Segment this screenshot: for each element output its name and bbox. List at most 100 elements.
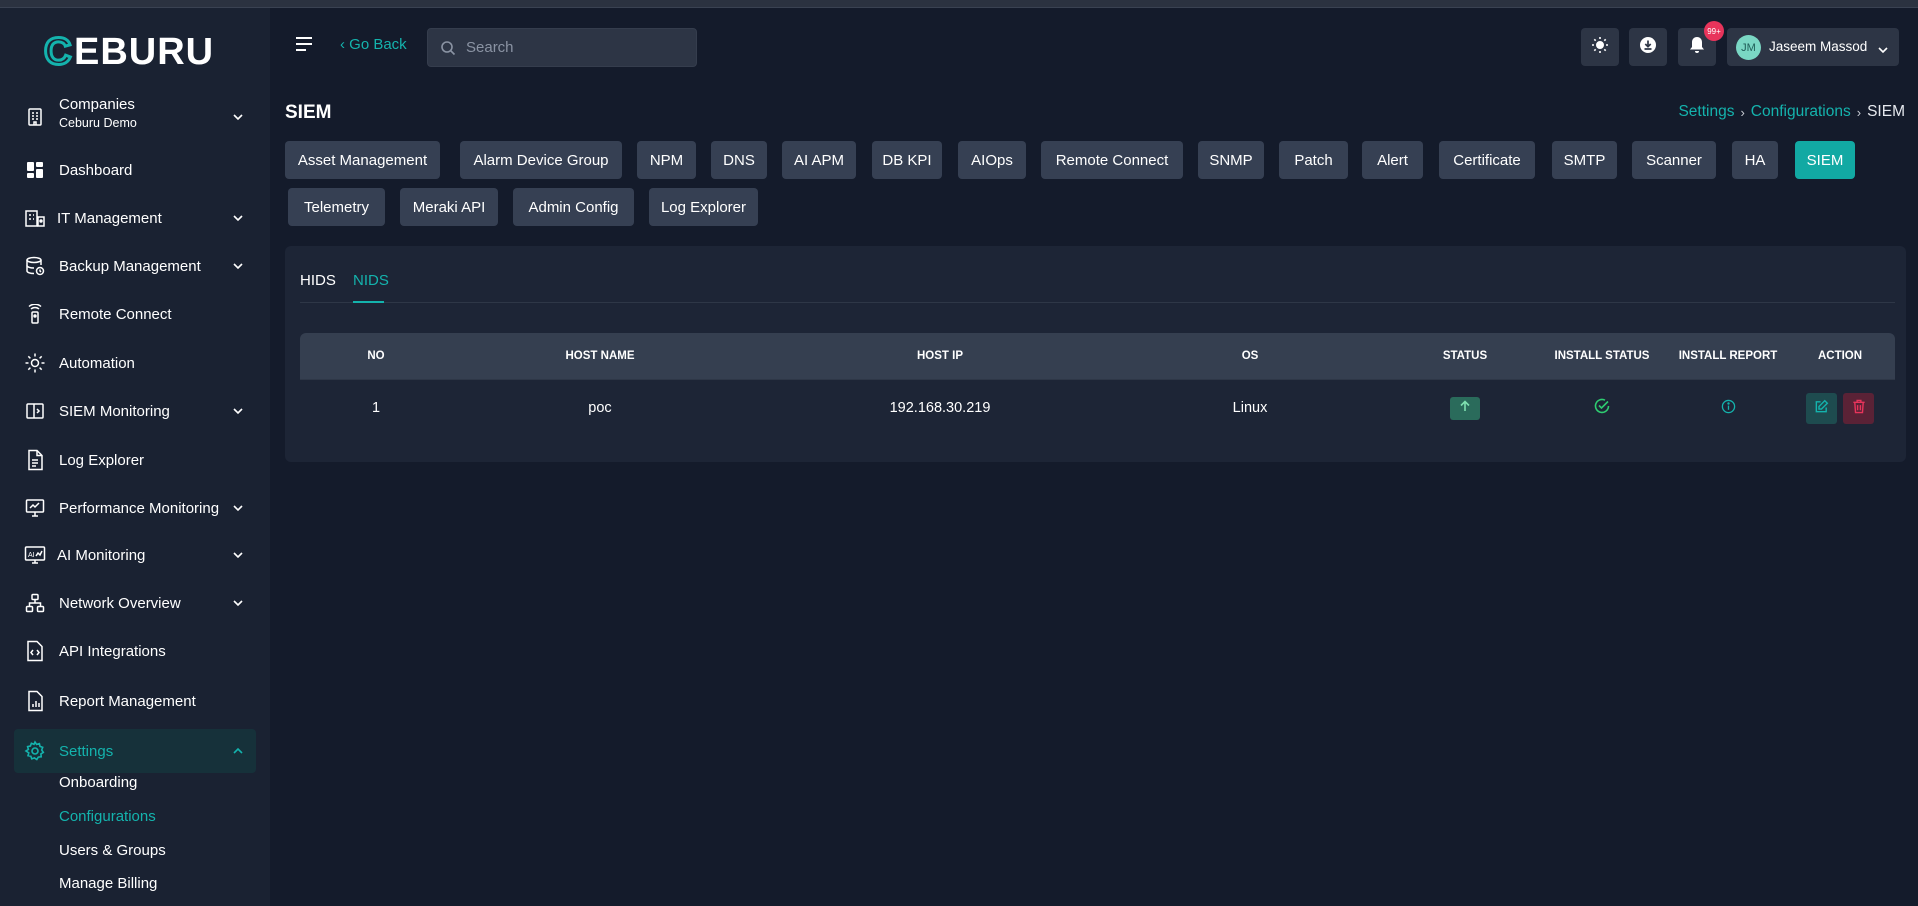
company-selector[interactable]: Companies Ceburu Demo — [14, 92, 256, 142]
chevron-down-icon — [232, 549, 244, 561]
chevron-down-icon — [232, 405, 244, 417]
user-menu[interactable]: JM Jaseem Massod — [1727, 28, 1899, 66]
subtab-divider — [300, 302, 1895, 303]
tab-patch[interactable]: Patch — [1279, 141, 1348, 179]
sidebar-item-label: SIEM Monitoring — [59, 402, 170, 420]
tab-smtp[interactable]: SMTP — [1552, 141, 1617, 179]
network-icon — [24, 592, 46, 614]
tab-dns[interactable]: DNS — [711, 141, 767, 179]
cell-host-ip: 192.168.30.219 — [889, 400, 991, 416]
go-back-link[interactable]: ‹ Go Back — [340, 36, 407, 53]
tab-siem[interactable]: SIEM — [1795, 141, 1855, 179]
column-header-install-report[interactable]: INSTALL REPORT — [1678, 333, 1778, 379]
tab-npm[interactable]: NPM — [637, 141, 696, 179]
arrow-up-icon — [1459, 400, 1471, 416]
remote-signal-icon — [24, 303, 46, 325]
tab-certificate[interactable]: Certificate — [1439, 141, 1535, 179]
breadcrumb-settings[interactable]: Settings — [1678, 103, 1734, 121]
tab-aiops[interactable]: AIOps — [958, 141, 1026, 179]
sidebar-item-automation[interactable]: Automation — [14, 341, 256, 385]
tab-meraki-api[interactable]: Meraki API — [400, 188, 498, 226]
tab-alarm-device-group[interactable]: Alarm Device Group — [460, 141, 622, 179]
sidebar-item-settings[interactable]: Settings — [14, 729, 256, 773]
tab-alert[interactable]: Alert — [1362, 141, 1423, 179]
tab-asset-management[interactable]: Asset Management — [285, 141, 440, 179]
sidebar-item-label: IT Management — [57, 209, 162, 227]
subnav-onboarding[interactable]: Onboarding — [59, 774, 137, 791]
breadcrumb-configurations[interactable]: Configurations — [1751, 103, 1851, 121]
ai-monitor-icon: AI — [24, 544, 46, 566]
sun-icon — [1591, 36, 1609, 59]
column-header-status[interactable]: STATUS — [1415, 333, 1515, 379]
sidebar-item-dashboard[interactable]: Dashboard — [14, 148, 256, 192]
server-building-icon — [24, 207, 46, 229]
search-input[interactable] — [466, 29, 691, 66]
sidebar-item-report-management[interactable]: Report Management — [14, 679, 256, 723]
avatar: JM — [1736, 35, 1761, 60]
subtab-nids[interactable]: NIDS — [353, 272, 389, 289]
column-header-no[interactable]: NO — [320, 333, 432, 379]
sidebar-item-performance-monitoring[interactable]: Performance Monitoring — [14, 486, 256, 530]
chevron-down-icon — [232, 260, 244, 272]
tab-log-explorer[interactable]: Log Explorer — [649, 188, 758, 226]
siem-content-card: HIDS NIDS NO HOST NAME HOST IP OS STATUS… — [285, 246, 1906, 462]
svg-text:C: C — [44, 31, 72, 70]
brand-logo[interactable]: C EBURU — [43, 30, 244, 75]
company-name: Ceburu Demo — [59, 116, 137, 130]
breadcrumb-separator-icon: › — [1740, 104, 1745, 120]
tab-snmp[interactable]: SNMP — [1198, 141, 1264, 179]
code-file-icon — [24, 640, 46, 662]
chevron-up-icon — [232, 745, 244, 757]
cell-install-status — [1537, 380, 1667, 436]
subtab-active-indicator — [353, 301, 384, 303]
subnav-manage-billing[interactable]: Manage Billing — [59, 875, 157, 892]
column-header-install-status[interactable]: INSTALL STATUS — [1537, 333, 1667, 379]
sidebar-item-it-management[interactable]: IT Management — [14, 196, 256, 240]
theme-toggle-button[interactable] — [1581, 28, 1619, 66]
sidebar-item-ai-monitoring[interactable]: AI AI Monitoring — [14, 533, 256, 577]
svg-text:EBURU: EBURU — [74, 31, 214, 70]
menu-toggle-icon[interactable] — [294, 36, 314, 56]
edit-icon — [1814, 399, 1829, 418]
tab-ha[interactable]: HA — [1732, 141, 1778, 179]
table-header: NO HOST NAME HOST IP OS STATUS INSTALL S… — [300, 333, 1895, 379]
sidebar-item-backup-management[interactable]: Backup Management — [14, 244, 256, 288]
breadcrumb-separator-icon: › — [1856, 104, 1862, 120]
sidebar-item-api-integrations[interactable]: API Integrations — [14, 629, 256, 673]
column-header-os[interactable]: OS — [1100, 333, 1400, 379]
tab-telemetry[interactable]: Telemetry — [288, 188, 385, 226]
window-top-strip — [0, 0, 1918, 8]
tab-db-kpi[interactable]: DB KPI — [872, 141, 942, 179]
search-box — [427, 28, 697, 67]
subnav-users-groups[interactable]: Users & Groups — [59, 842, 166, 859]
delete-button[interactable] — [1843, 392, 1874, 424]
column-header-host-ip[interactable]: HOST IP — [790, 333, 1090, 379]
building-icon — [24, 106, 46, 128]
report-icon — [24, 690, 46, 712]
column-header-host-name[interactable]: HOST NAME — [450, 333, 750, 379]
trash-icon — [1852, 399, 1866, 418]
notification-badge: 99+ — [1704, 21, 1724, 41]
sidebar-item-siem-monitoring[interactable]: SIEM Monitoring — [14, 389, 256, 433]
sidebar-item-log-explorer[interactable]: Log Explorer — [14, 438, 256, 482]
subtab-hids[interactable]: HIDS — [300, 272, 336, 289]
tab-ai-apm[interactable]: AI APM — [782, 141, 856, 179]
tab-admin-config[interactable]: Admin Config — [513, 188, 634, 226]
sidebar-item-network-overview[interactable]: Network Overview — [14, 581, 256, 625]
sidebar-item-label: Automation — [59, 354, 135, 372]
chevron-down-icon — [232, 111, 244, 123]
tab-remote-connect[interactable]: Remote Connect — [1041, 141, 1183, 179]
sidebar-item-remote-connect[interactable]: Remote Connect — [14, 292, 256, 336]
tab-scanner[interactable]: Scanner — [1632, 141, 1716, 179]
siem-monitor-icon — [24, 400, 46, 422]
edit-button[interactable] — [1806, 392, 1837, 424]
document-icon — [24, 449, 46, 471]
subnav-configurations[interactable]: Configurations — [59, 808, 156, 825]
sidebar-item-label: Log Explorer — [59, 451, 145, 469]
info-icon[interactable] — [1721, 399, 1736, 418]
cell-os: Linux — [1232, 400, 1268, 416]
company-label: Companies — [59, 96, 135, 113]
download-button[interactable] — [1629, 28, 1667, 66]
chevron-down-icon — [232, 597, 244, 609]
cell-actions — [1790, 380, 1890, 436]
